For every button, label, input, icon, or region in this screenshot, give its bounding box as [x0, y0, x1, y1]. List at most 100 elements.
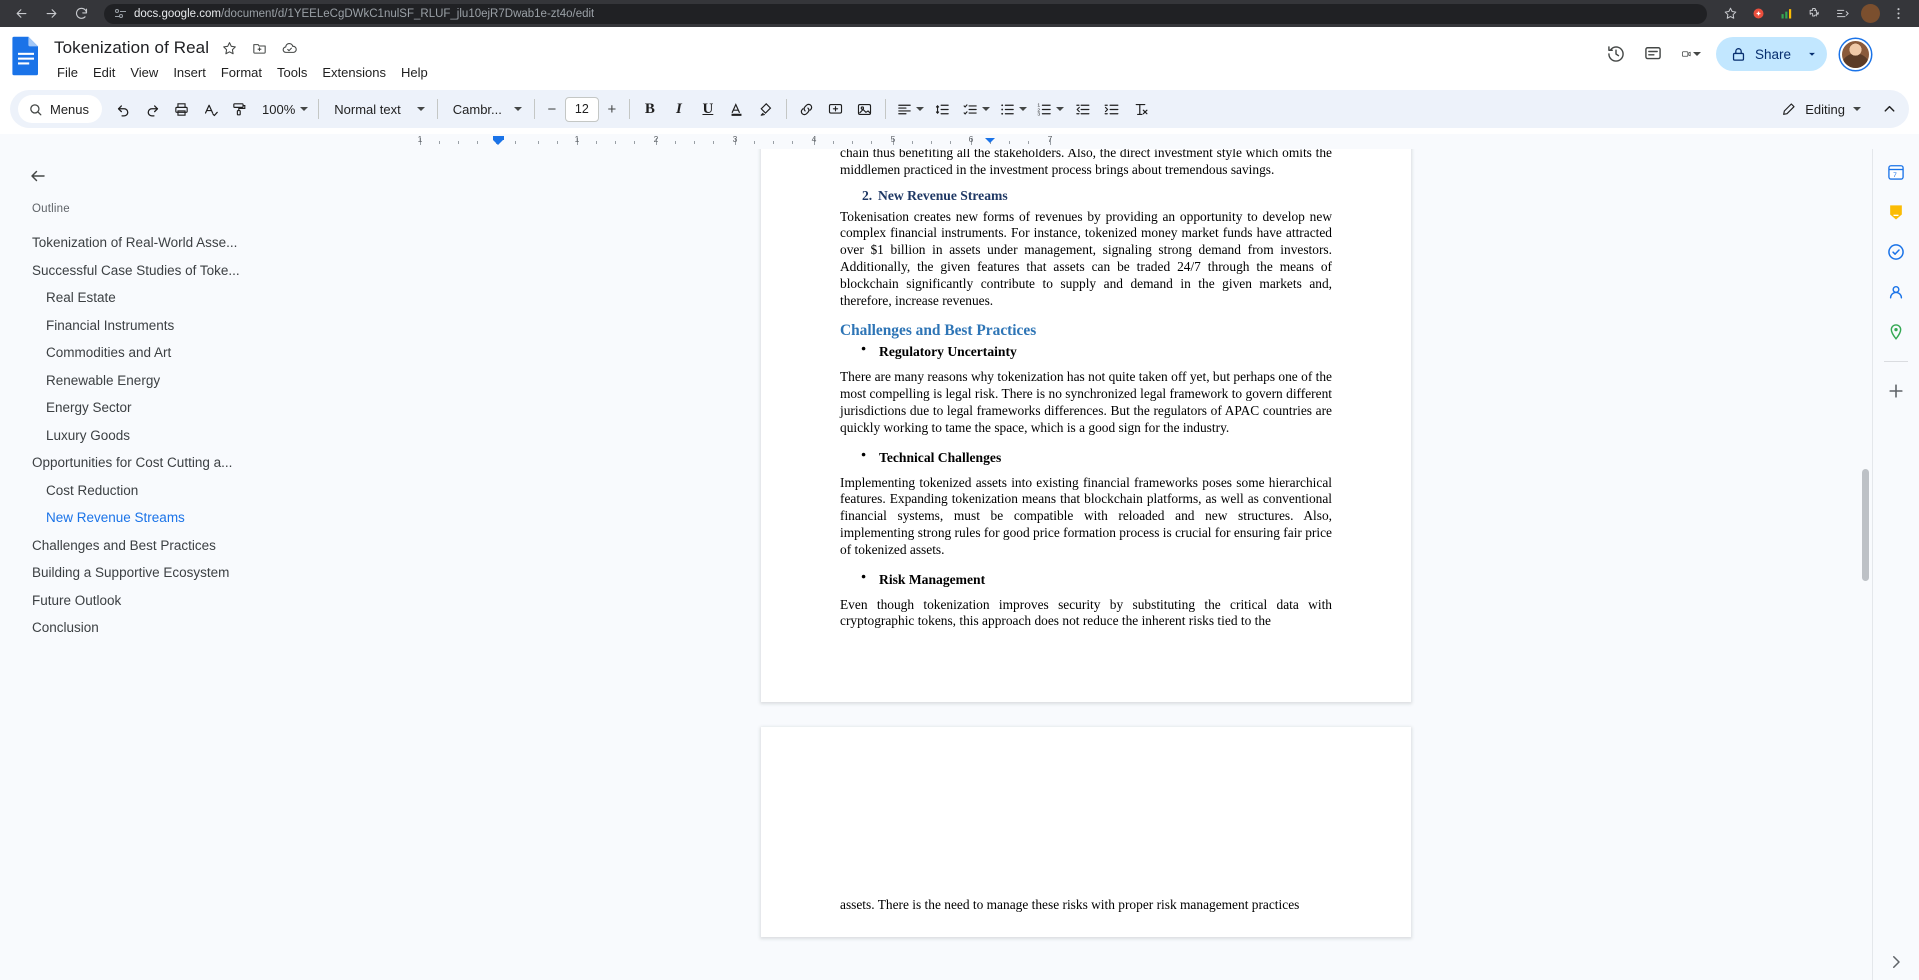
outline-item-supportive-ecosystem[interactable]: Building a Supportive Ecosystem	[24, 559, 288, 587]
menus-search-button[interactable]: Menus	[18, 95, 103, 123]
insert-link-button[interactable]	[793, 95, 821, 123]
split-view-icon[interactable]	[1829, 1, 1855, 27]
checklist-button[interactable]	[958, 95, 994, 123]
underline-button[interactable]: U	[694, 95, 722, 123]
editing-mode-button[interactable]: Editing	[1772, 95, 1873, 123]
font-family-dropdown[interactable]: Cambr...	[444, 95, 528, 123]
outline-item-luxury-goods[interactable]: Luxury Goods	[24, 422, 288, 450]
decrease-indent-button[interactable]	[1069, 95, 1097, 123]
expand-panel-icon[interactable]	[1883, 949, 1909, 975]
outline-item-challenges[interactable]: Challenges and Best Practices	[24, 532, 288, 560]
add-comment-button[interactable]	[822, 95, 850, 123]
share-dropdown-icon[interactable]	[1799, 41, 1825, 67]
text-color-button[interactable]	[723, 95, 751, 123]
puzzle-icon[interactable]	[1801, 1, 1827, 27]
browser-menu-icon[interactable]	[1885, 1, 1911, 27]
comments-icon[interactable]	[1636, 37, 1670, 71]
scrollbar-thumb[interactable]	[1862, 469, 1869, 581]
undo-button[interactable]	[109, 95, 137, 123]
forward-arrow-icon[interactable]	[38, 1, 64, 27]
bold-button[interactable]: B	[636, 95, 664, 123]
bullet-regulatory-uncertainty[interactable]: Regulatory Uncertainty	[840, 343, 1332, 360]
horizontal-ruler[interactable]: 1 1 2 3 4 5 6 7	[0, 134, 1919, 149]
menu-tools[interactable]: Tools	[270, 63, 314, 82]
paragraph-technical-challenges[interactable]: Implementing tokenized assets into exist…	[840, 475, 1332, 559]
increase-font-size-button[interactable]: +	[601, 97, 623, 121]
share-button[interactable]: Share	[1715, 37, 1827, 71]
page-title[interactable]: Tokenization of Real	[54, 38, 209, 58]
paragraph-regulatory-uncertainty[interactable]: There are many reasons why tokenization …	[840, 369, 1332, 436]
version-history-icon[interactable]	[1599, 37, 1633, 71]
decrease-font-size-button[interactable]: −	[541, 97, 563, 121]
contacts-icon[interactable]	[1883, 279, 1909, 305]
outline-item-new-revenue-streams[interactable]: New Revenue Streams	[24, 504, 288, 532]
extension-pill-icon[interactable]	[1745, 1, 1771, 27]
heading-new-revenue-streams[interactable]: 2. New Revenue Streams	[840, 188, 1332, 204]
increase-indent-button[interactable]	[1098, 95, 1126, 123]
insert-image-button[interactable]	[851, 95, 879, 123]
clear-formatting-button[interactable]	[1127, 95, 1155, 123]
paragraph-continued-top[interactable]: chain thus benefiting all the stakeholde…	[840, 149, 1332, 179]
heading-challenges-and-best-practices[interactable]: Challenges and Best Practices	[840, 322, 1332, 340]
close-outline-icon[interactable]	[25, 163, 51, 189]
menu-view[interactable]: View	[123, 63, 165, 82]
menu-insert[interactable]: Insert	[166, 63, 213, 82]
outline-item-future-outlook[interactable]: Future Outlook	[24, 587, 288, 615]
font-size-stepper[interactable]: − 12 +	[541, 96, 623, 122]
account-avatar[interactable]	[1840, 38, 1871, 70]
outline-item-case-studies[interactable]: Successful Case Studies of Toke...	[24, 257, 288, 285]
address-bar[interactable]: docs.google.com/document/d/1YEELeCgDWkC1…	[104, 3, 1707, 24]
outline-item-financial-instruments[interactable]: Financial Instruments	[24, 312, 288, 340]
outline-item-conclusion[interactable]: Conclusion	[24, 614, 288, 642]
document-scrollbar[interactable]	[1861, 149, 1870, 980]
numbered-list-button[interactable]: 123	[1032, 95, 1068, 123]
left-indent-marker[interactable]	[493, 136, 504, 145]
highlight-color-button[interactable]	[752, 95, 780, 123]
document-page-1[interactable]: chain thus benefiting all the stakeholde…	[761, 149, 1411, 702]
calendar-icon[interactable]: 7	[1883, 159, 1909, 185]
maps-icon[interactable]	[1883, 319, 1909, 345]
google-docs-logo[interactable]	[10, 35, 46, 81]
menu-file[interactable]: File	[50, 63, 85, 82]
outline-item-cost-cutting[interactable]: Opportunities for Cost Cutting a...	[24, 449, 288, 477]
outline-item-real-estate[interactable]: Real Estate	[24, 284, 288, 312]
paragraph-new-revenue-streams[interactable]: Tokenisation creates new forms of revenu…	[840, 209, 1332, 310]
menu-edit[interactable]: Edit	[86, 63, 122, 82]
italic-button[interactable]: I	[665, 95, 693, 123]
align-button[interactable]	[892, 95, 928, 123]
print-button[interactable]	[167, 95, 195, 123]
menu-extensions[interactable]: Extensions	[315, 63, 393, 82]
star-icon[interactable]	[1717, 1, 1743, 27]
paint-format-button[interactable]	[225, 95, 253, 123]
page-settings-icon[interactable]	[114, 7, 127, 20]
paragraph-style-dropdown[interactable]: Normal text	[325, 95, 430, 123]
menu-help[interactable]: Help	[394, 63, 435, 82]
bulleted-list-button[interactable]	[995, 95, 1031, 123]
star-icon[interactable]	[219, 38, 239, 58]
outline-item-energy-sector[interactable]: Energy Sector	[24, 394, 288, 422]
paragraph-risk-management[interactable]: Even though tokenization improves securi…	[840, 597, 1332, 631]
menu-format[interactable]: Format	[214, 63, 269, 82]
collapse-toolbar-button[interactable]	[1875, 95, 1903, 123]
zoom-control[interactable]: 100%	[254, 95, 312, 123]
spelling-check-button[interactable]	[196, 95, 224, 123]
back-arrow-icon[interactable]	[8, 1, 34, 27]
document-page-2[interactable]: assets. There is the need to manage thes…	[761, 727, 1411, 937]
tasks-icon[interactable]	[1883, 239, 1909, 265]
ruler-track[interactable]: 1 1 2 3 4 5 6 7	[418, 134, 1072, 149]
bullet-risk-management[interactable]: Risk Management	[840, 571, 1332, 588]
redo-button[interactable]	[138, 95, 166, 123]
profile-avatar[interactable]	[1857, 1, 1883, 27]
paragraph-page2-continued[interactable]: assets. There is the need to manage thes…	[840, 897, 1332, 914]
document-scroll-area[interactable]: chain thus benefiting all the stakeholde…	[300, 149, 1872, 980]
outline-item-cost-reduction[interactable]: Cost Reduction	[24, 477, 288, 505]
line-spacing-button[interactable]	[929, 95, 957, 123]
add-apps-icon[interactable]	[1883, 378, 1909, 404]
outline-item-renewable-energy[interactable]: Renewable Energy	[24, 367, 288, 395]
reload-icon[interactable]	[68, 1, 94, 27]
bullet-technical-challenges[interactable]: Technical Challenges	[840, 449, 1332, 466]
move-to-folder-icon[interactable]	[249, 38, 269, 58]
right-indent-marker[interactable]	[985, 138, 995, 143]
cloud-saved-icon[interactable]	[279, 38, 299, 58]
meet-button[interactable]	[1673, 37, 1707, 71]
